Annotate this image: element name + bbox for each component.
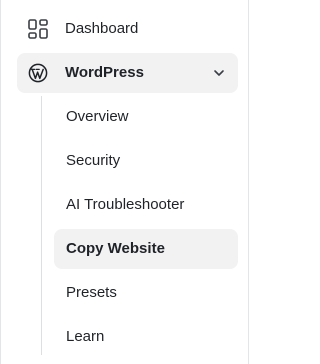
sidebar-item-label: Dashboard <box>65 20 139 37</box>
submenu-item-label: Presets <box>66 284 117 301</box>
submenu-item-label: Overview <box>66 108 129 125</box>
submenu-item-learn[interactable]: Learn <box>54 317 238 357</box>
wordpress-logo-icon <box>27 62 49 84</box>
sidebar-item-wordpress[interactable]: WordPress <box>17 53 238 93</box>
submenu-item-security[interactable]: Security <box>54 141 238 181</box>
submenu-item-label: Copy Website <box>66 240 165 257</box>
submenu-tree-line <box>41 96 42 355</box>
submenu-item-overview[interactable]: Overview <box>54 97 238 137</box>
submenu-item-label: AI Troubleshooter <box>66 196 185 213</box>
submenu-item-presets[interactable]: Presets <box>54 273 238 313</box>
dashboard-grid-icon <box>27 18 49 40</box>
submenu-item-copy-website[interactable]: Copy Website <box>54 229 238 269</box>
submenu-item-ai-troubleshooter[interactable]: AI Troubleshooter <box>54 185 238 225</box>
sidebar-panel: Dashboard WordPress Overview Security AI… <box>0 0 249 364</box>
submenu-item-label: Security <box>66 152 121 169</box>
submenu-item-label: Learn <box>66 328 105 345</box>
sidebar-item-label: WordPress <box>65 64 144 81</box>
sidebar-item-dashboard[interactable]: Dashboard <box>17 9 238 49</box>
chevron-down-icon[interactable] <box>212 66 226 80</box>
